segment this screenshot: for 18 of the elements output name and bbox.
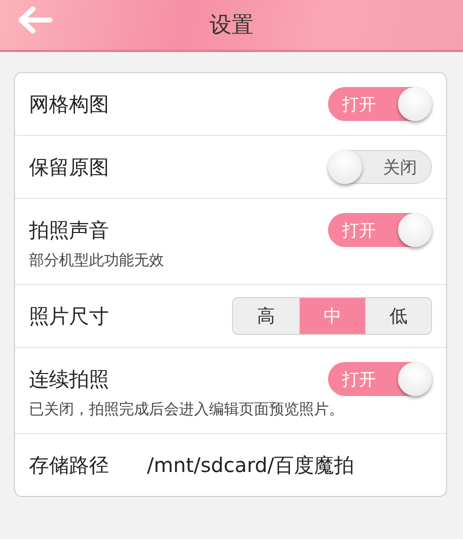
setting-label: 网格构图 bbox=[29, 90, 109, 118]
size-option[interactable]: 中 bbox=[299, 298, 365, 334]
toggle-switch[interactable]: 关闭 bbox=[328, 150, 432, 184]
setting-label: 照片尺寸 bbox=[29, 302, 109, 330]
setting-label: 连续拍照 bbox=[29, 366, 109, 392]
page-title: 设置 bbox=[210, 12, 254, 40]
back-arrow-icon[interactable] bbox=[17, 6, 53, 34]
size-option[interactable]: 高 bbox=[233, 298, 299, 334]
toggle-switch[interactable]: 打开 bbox=[328, 362, 432, 396]
setting-label: 拍照声音 bbox=[29, 216, 109, 244]
setting-label: 保留原图 bbox=[29, 154, 109, 180]
setting-note: 已关闭，拍照完成后会进入编辑页面预览照片。 bbox=[29, 400, 345, 420]
toggle-switch[interactable]: 打开 bbox=[328, 87, 432, 121]
storage-path: /mnt/sdcard/百度魔拍 bbox=[147, 452, 356, 478]
size-option[interactable]: 低 bbox=[365, 298, 431, 334]
toggle-switch[interactable]: 打开 bbox=[328, 213, 432, 247]
setting-note: 部分机型此功能无效 bbox=[29, 251, 165, 271]
setting-label: 存储路径 bbox=[29, 452, 109, 478]
